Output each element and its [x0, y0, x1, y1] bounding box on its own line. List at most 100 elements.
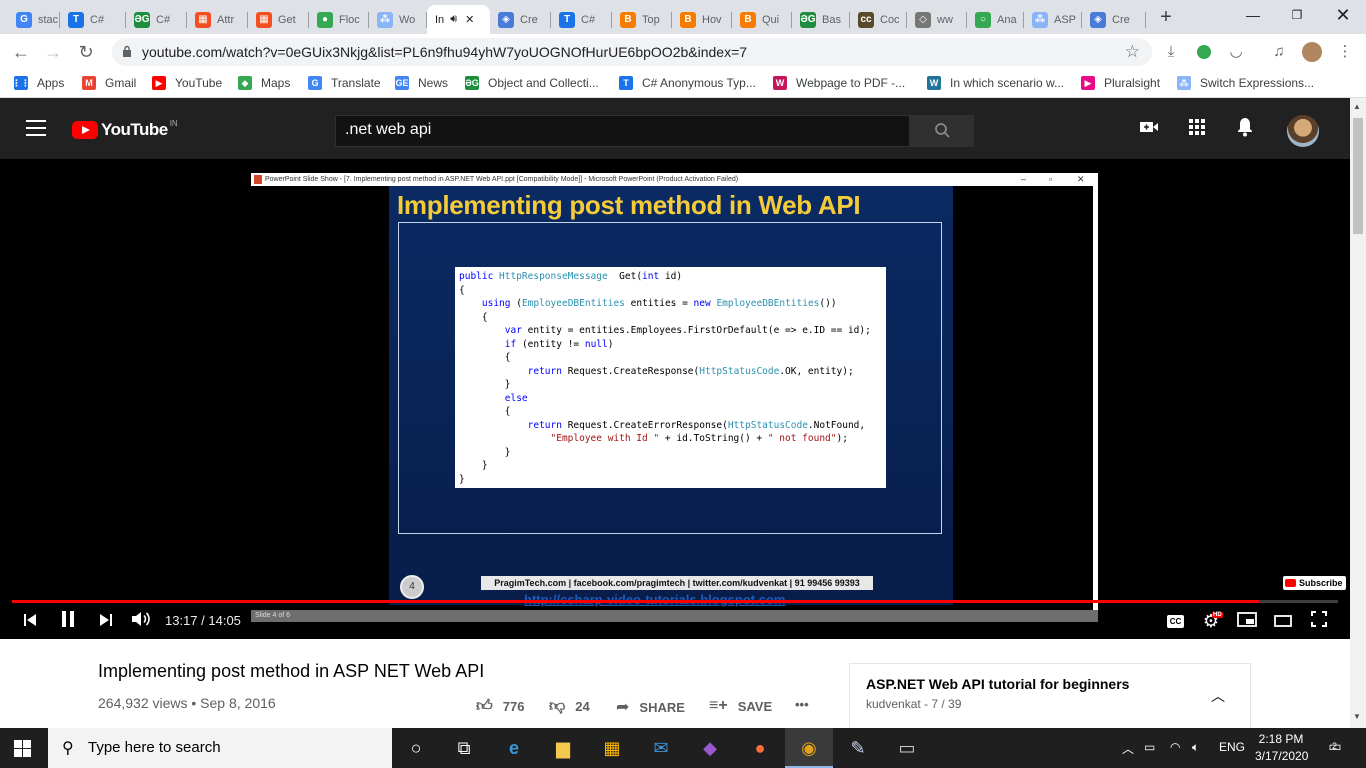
postman-icon[interactable]: ● — [736, 728, 784, 768]
bookmark-item[interactable]: ▶ YouTube — [152, 76, 222, 90]
theater-mode-icon[interactable] — [1271, 609, 1295, 633]
browser-tab[interactable]: In 🔊︎ ✕ — [427, 5, 490, 34]
file-explorer-icon[interactable]: ▆ — [539, 728, 587, 768]
video-player[interactable]: PowerPoint Slide Show - [7. Implementing… — [0, 159, 1350, 639]
browser-tab[interactable]: Gstac — [8, 5, 60, 34]
bookmark-item[interactable]: ⋮⋮ Apps — [12, 76, 64, 90]
search-input[interactable]: .net web api — [335, 115, 910, 147]
browser-tab[interactable]: ƏG Bas — [792, 5, 850, 34]
reload-button[interactable]: ↻ — [73, 40, 99, 64]
playlist-title[interactable]: ASP.NET Web API tutorial for beginners — [866, 676, 1129, 692]
bookmark-item[interactable]: ▶ Pluralsight — [1081, 76, 1160, 90]
scroll-down-icon[interactable]: ▼ — [1353, 712, 1361, 721]
edge-icon[interactable]: e — [490, 728, 538, 768]
chrome-icon[interactable]: ◉ — [785, 728, 833, 768]
like-button[interactable]: 👍︎ 776 — [476, 697, 524, 716]
more-actions-button[interactable]: ••• — [795, 697, 809, 712]
pause-icon[interactable] — [56, 609, 80, 633]
browser-tab[interactable]: B Hov — [672, 5, 732, 34]
terminal-icon[interactable]: ▭ — [883, 728, 931, 768]
new-tab-button[interactable]: + — [1154, 6, 1178, 30]
download-icon[interactable]: ⤓ — [1160, 41, 1182, 63]
media-control-icon[interactable]: ♫ — [1268, 41, 1290, 63]
browser-tab[interactable]: ○ Ana — [967, 5, 1024, 34]
pocket-icon[interactable]: ◡ — [1225, 41, 1247, 63]
paint-icon[interactable]: ✎ — [834, 728, 882, 768]
audio-playing-icon[interactable]: 🔊︎ — [450, 13, 457, 26]
bookmark-item[interactable]: M Gmail — [82, 76, 136, 90]
youtube-logo[interactable]: YouTube IN — [72, 119, 178, 140]
speaker-icon[interactable]: 🔈︎ — [1192, 740, 1199, 755]
notifications-bell-icon[interactable] — [1233, 117, 1257, 141]
back-button[interactable]: ← — [8, 40, 34, 64]
browser-tab[interactable]: ⁂ Wo — [369, 5, 427, 34]
language-indicator[interactable]: ENG — [1219, 740, 1245, 754]
forward-button[interactable]: → — [40, 40, 66, 64]
bookmark-item[interactable]: ⁂ Switch Expressions... — [1177, 76, 1314, 90]
captions-button[interactable]: CC — [1167, 615, 1184, 628]
tray-overflow-icon[interactable]: ︿ — [1122, 740, 1134, 757]
browser-tab[interactable]: ◈ Cre — [1082, 5, 1146, 34]
browser-tab[interactable]: B Qui — [732, 5, 792, 34]
menu-hamburger-icon[interactable] — [26, 120, 46, 136]
page-scrollbar[interactable]: ▲ ▼ — [1350, 98, 1366, 728]
tab-label: Floc — [339, 13, 360, 26]
create-video-icon[interactable] — [1137, 117, 1161, 141]
action-center-icon[interactable]: ▭ 2 — [1325, 738, 1345, 758]
bookmark-item[interactable]: ƏG Object and Collecti... — [465, 76, 599, 90]
apps-grid-icon[interactable] — [1185, 117, 1209, 141]
subscribe-watermark[interactable]: Subscribe — [1283, 576, 1346, 590]
browser-tab[interactable]: ◈ Cre — [490, 5, 551, 34]
dislike-button[interactable]: 👎︎ 24 — [549, 697, 590, 716]
windows-start-icon[interactable] — [14, 740, 32, 758]
search-button[interactable] — [910, 115, 974, 147]
browser-tab[interactable]: T C# — [60, 5, 126, 34]
browser-tab[interactable]: ◇ ww — [907, 5, 967, 34]
bookmark-item[interactable]: W Webpage to PDF -... — [773, 76, 905, 90]
bookmark-item[interactable]: G Translate — [308, 76, 381, 90]
menu-icon[interactable]: ⋮ — [1334, 41, 1356, 63]
extension-icon[interactable] — [1193, 41, 1215, 63]
browser-tab[interactable]: T C# — [551, 5, 612, 34]
bookmark-item[interactable]: GE News — [395, 76, 448, 90]
bookmark-item[interactable]: W In which scenario w... — [927, 76, 1064, 90]
maximize-button[interactable]: ❐ — [1274, 4, 1320, 28]
miniplayer-icon[interactable] — [1235, 609, 1259, 633]
taskbar-search-input[interactable]: ⚲ Type here to search — [48, 728, 392, 768]
fullscreen-icon[interactable] — [1307, 609, 1331, 633]
close-window-button[interactable]: ✕ — [1320, 4, 1366, 28]
next-icon[interactable] — [94, 609, 118, 633]
browser-tab[interactable]: B Top — [612, 5, 672, 34]
previous-icon[interactable] — [18, 609, 42, 633]
cortana-icon[interactable]: ○ — [392, 728, 440, 768]
task-view-icon[interactable]: ⧉ — [440, 728, 488, 768]
browser-tab[interactable]: ▦ Get — [248, 5, 309, 34]
share-button[interactable]: ➦ SHARE — [616, 697, 685, 717]
bookmark-item[interactable]: T C# Anonymous Typ... — [619, 76, 756, 90]
collapse-chevron-icon[interactable]: ︿ — [1211, 686, 1225, 706]
scroll-up-icon[interactable]: ▲ — [1353, 102, 1361, 111]
taskbar-clock[interactable]: 2:18 PM 3/17/2020 — [1255, 731, 1308, 765]
store-icon[interactable]: ▦ — [588, 728, 636, 768]
wifi-icon[interactable]: ◠ — [1170, 740, 1180, 754]
minimize-button[interactable]: — — [1230, 4, 1276, 28]
browser-tab[interactable]: ▦ Attr — [187, 5, 248, 34]
volume-icon[interactable] — [129, 609, 153, 633]
code-line: var entity = entities.Employees.FirstOrD… — [504, 325, 871, 336]
video-progress-bar[interactable] — [12, 600, 1338, 603]
close-tab-icon[interactable]: ✕ — [465, 13, 474, 26]
scrollbar-thumb[interactable] — [1353, 118, 1363, 234]
bookmark-item[interactable]: ◆ Maps — [238, 76, 290, 90]
browser-tab[interactable]: ƏG C# — [126, 5, 187, 34]
account-avatar[interactable] — [1287, 115, 1319, 147]
profile-avatar[interactable] — [1301, 41, 1323, 63]
browser-tab[interactable]: ● Floc — [309, 5, 369, 34]
address-bar[interactable]: youtube.com/watch?v=0eGUix3Nkjg&list=PL6… — [112, 38, 1152, 66]
browser-tab[interactable]: ⁂ ASP — [1024, 5, 1082, 34]
bookmark-star-icon[interactable]: ☆ — [1125, 42, 1140, 62]
save-button[interactable]: ≡+ SAVE — [709, 697, 772, 715]
visual-studio-icon[interactable]: ◆ — [686, 728, 734, 768]
mail-icon[interactable]: ✉ — [637, 728, 685, 768]
browser-tab[interactable]: cc Coc — [850, 5, 907, 34]
battery-icon[interactable]: ▭ — [1144, 740, 1155, 754]
